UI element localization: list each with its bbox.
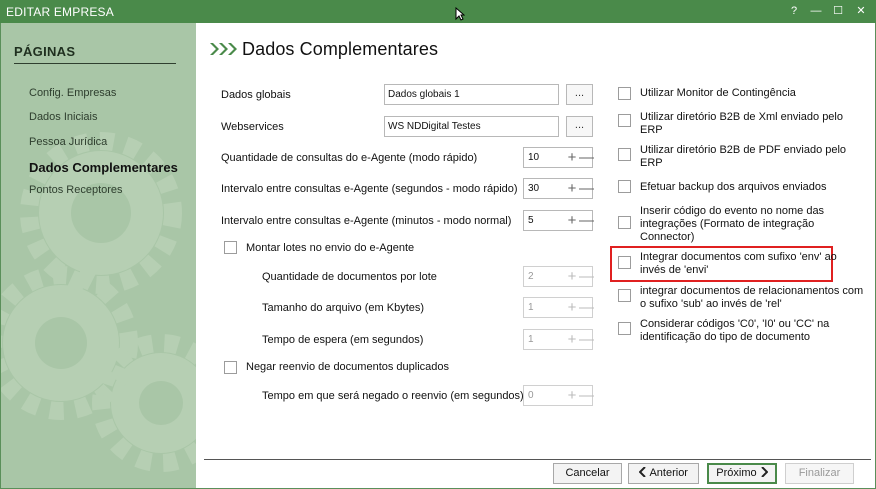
triple-chevron-icon xyxy=(210,43,237,55)
sufixo-env-label[interactable]: Integrar documentos com sufixo 'env' ao … xyxy=(640,251,837,277)
mouse-cursor-icon xyxy=(455,7,465,21)
title-bar: EDITAR EMPRESA ? — ☐ ✕ xyxy=(0,0,876,23)
negar-reenvio-checkbox[interactable] xyxy=(224,361,237,374)
sidebar-item-pessoa-juridica[interactable]: Pessoa Jurídica xyxy=(29,136,107,148)
qtd-consultas-stepper[interactable]: 10 + — xyxy=(523,147,594,168)
montar-lotes-checkbox[interactable] xyxy=(224,241,237,254)
codigos-c0-checkbox[interactable] xyxy=(618,322,631,335)
minus-icon[interactable]: — xyxy=(579,149,594,166)
tamanho-arquivo-label: Tamanho do arquivo (em Kbytes) xyxy=(262,302,425,314)
plus-icon[interactable]: + xyxy=(565,149,579,166)
tamanho-arquivo-stepper[interactable]: 1 + — xyxy=(523,297,594,318)
tempo-espera-value[interactable]: 1 xyxy=(528,334,534,345)
plus-icon[interactable]: + xyxy=(565,387,579,404)
plus-icon[interactable]: + xyxy=(565,299,579,316)
sufixo-env-checkbox[interactable] xyxy=(618,256,631,269)
next-button[interactable]: Próximo xyxy=(707,463,777,484)
chevron-right-icon xyxy=(760,467,768,477)
sidebar-title: PÁGINAS xyxy=(14,44,76,59)
sidebar: PÁGINAS Config. Empresas Dados Iniciais … xyxy=(1,23,196,488)
b2b-pdf-label[interactable]: Utilizar diretório B2B de PDF enviado pe… xyxy=(640,144,846,170)
cancel-button[interactable]: Cancelar xyxy=(553,463,622,484)
tamanho-arquivo-value[interactable]: 1 xyxy=(528,302,534,313)
maximize-button[interactable]: ☐ xyxy=(827,2,849,21)
minus-icon[interactable]: — xyxy=(579,268,594,285)
intervalo-rapido-stepper[interactable]: 30 + — xyxy=(523,178,594,199)
qtd-documentos-label: Quantidade de documentos por lote xyxy=(262,271,437,283)
tempo-espera-stepper[interactable]: 1 + — xyxy=(523,329,594,350)
tempo-negado-stepper[interactable]: 0 + — xyxy=(523,385,594,406)
close-button[interactable]: ✕ xyxy=(850,2,872,21)
sidebar-divider xyxy=(14,63,176,64)
b2b-xml-checkbox[interactable] xyxy=(618,114,631,127)
dados-globais-field[interactable]: Dados globais 1 xyxy=(384,84,559,105)
dados-globais-label: Dados globais xyxy=(221,89,291,101)
qtd-consultas-label: Quantidade de consultas do e-Agente (mod… xyxy=(221,152,478,164)
help-button[interactable]: ? xyxy=(783,2,805,21)
next-label: Próximo xyxy=(716,467,757,479)
tempo-negado-value[interactable]: 0 xyxy=(528,390,534,401)
plus-icon[interactable]: + xyxy=(565,331,579,348)
minus-icon[interactable]: — xyxy=(579,387,594,404)
previous-label: Anterior xyxy=(649,467,688,479)
chevron-left-icon xyxy=(639,467,646,477)
qtd-documentos-value[interactable]: 2 xyxy=(528,271,534,282)
b2b-xml-label[interactable]: Utilizar diretório B2B de Xml enviado pe… xyxy=(640,111,843,137)
main-content: Dados Complementares Dados globais Dados… xyxy=(196,23,875,488)
intervalo-rapido-value[interactable]: 30 xyxy=(528,183,539,194)
plus-icon[interactable]: + xyxy=(565,180,579,197)
sidebar-item-config-empresas[interactable]: Config. Empresas xyxy=(29,87,116,99)
previous-button[interactable]: Anterior xyxy=(628,463,699,484)
minus-icon[interactable]: — xyxy=(579,299,594,316)
tempo-negado-label: Tempo em que será negado o reenvio (em s… xyxy=(262,390,524,402)
minus-icon[interactable]: — xyxy=(579,212,594,229)
sidebar-item-pontos-receptores[interactable]: Pontos Receptores xyxy=(29,184,123,196)
codigo-evento-label[interactable]: Inserir código do evento no nome das int… xyxy=(640,205,824,244)
dados-globais-browse-button[interactable]: ... xyxy=(566,84,593,105)
plus-icon[interactable]: + xyxy=(565,268,579,285)
plus-icon[interactable]: + xyxy=(565,212,579,229)
sufixo-sub-label[interactable]: integrar documentos de relacionamentos c… xyxy=(640,285,863,311)
qtd-consultas-value[interactable]: 10 xyxy=(528,152,539,163)
sidebar-item-dados-iniciais[interactable]: Dados Iniciais xyxy=(29,111,97,123)
qtd-documentos-stepper[interactable]: 2 + — xyxy=(523,266,594,287)
codigos-c0-label[interactable]: Considerar códigos 'C0', 'I0' ou 'CC' na… xyxy=(640,318,829,344)
minus-icon[interactable]: — xyxy=(579,180,594,197)
tempo-espera-label: Tempo de espera (em segundos) xyxy=(262,334,424,346)
monitor-contingencia-label[interactable]: Utilizar Monitor de Contingência xyxy=(640,87,796,100)
minus-icon[interactable]: — xyxy=(579,331,594,348)
sidebar-item-dados-complementares[interactable]: Dados Complementares xyxy=(29,160,178,175)
window-title: EDITAR EMPRESA xyxy=(6,5,114,19)
b2b-pdf-checkbox[interactable] xyxy=(618,148,631,161)
webservices-label: Webservices xyxy=(221,121,284,133)
minimize-button[interactable]: — xyxy=(805,2,827,21)
intervalo-normal-label: Intervalo entre consultas e-Agente (minu… xyxy=(221,215,512,227)
codigo-evento-checkbox[interactable] xyxy=(618,216,631,229)
footer-divider xyxy=(204,459,871,460)
backup-arquivos-checkbox[interactable] xyxy=(618,180,631,193)
page-title: Dados Complementares xyxy=(242,39,439,59)
intervalo-normal-value[interactable]: 5 xyxy=(528,215,534,226)
finish-button[interactable]: Finalizar xyxy=(785,463,854,484)
intervalo-rapido-label: Intervalo entre consultas e-Agente (segu… xyxy=(221,183,518,195)
backup-arquivos-label[interactable]: Efetuar backup dos arquivos enviados xyxy=(640,181,827,194)
monitor-contingencia-checkbox[interactable] xyxy=(618,87,631,100)
webservices-browse-button[interactable]: ... xyxy=(566,116,593,137)
intervalo-normal-stepper[interactable]: 5 + — xyxy=(523,210,594,231)
sufixo-sub-checkbox[interactable] xyxy=(618,289,631,302)
montar-lotes-label[interactable]: Montar lotes no envio do e-Agente xyxy=(246,242,414,255)
webservices-field[interactable]: WS NDDigital Testes xyxy=(384,116,559,137)
negar-reenvio-label[interactable]: Negar reenvio de documentos duplicados xyxy=(246,361,449,374)
